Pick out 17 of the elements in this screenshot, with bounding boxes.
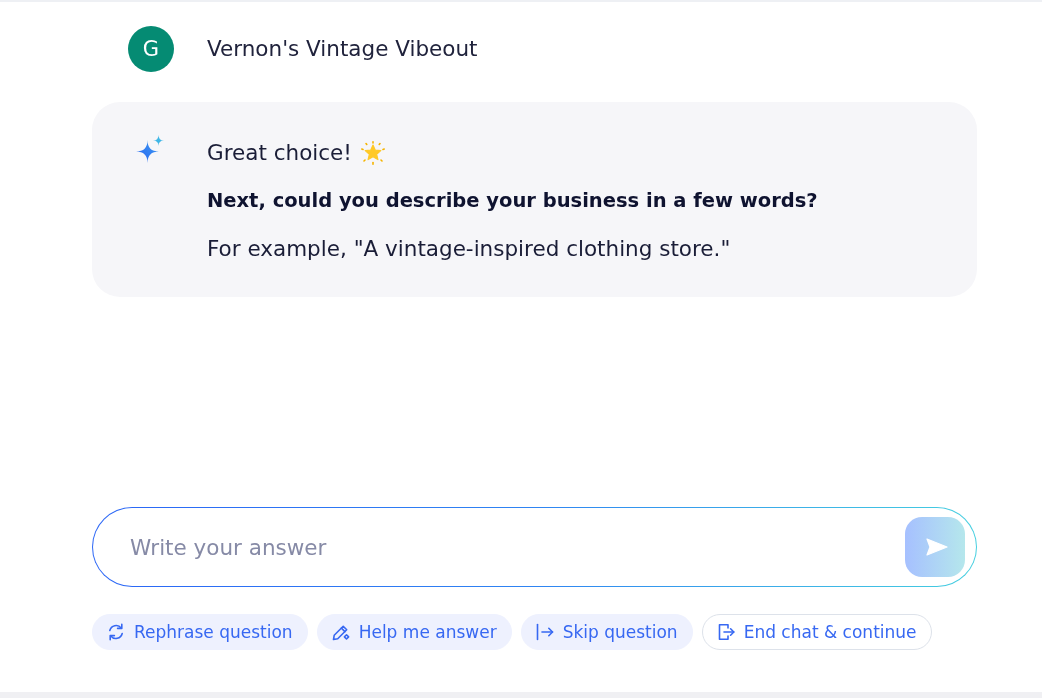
send-icon (925, 538, 948, 556)
suggestion-chip[interactable]: Help me answer (316, 614, 512, 650)
avatar: G (128, 26, 174, 72)
pencil-icon (331, 623, 350, 641)
send-button[interactable] (905, 517, 965, 577)
glowing-star-icon (360, 141, 385, 165)
message-text: For example, "A vintage-inspired clothing store." (207, 235, 731, 263)
message-text: Next, could you describe your business in a few words? (207, 188, 818, 214)
exit-icon (716, 623, 735, 641)
suggestion-chip[interactable]: Skip question (520, 614, 693, 650)
refresh-icon (107, 623, 125, 641)
answer-input[interactable]: Write your answer (130, 532, 885, 562)
sparkle-icon (136, 135, 164, 163)
end-chat-button[interactable]: End chat & continue (701, 614, 932, 650)
suggestion-chip[interactable]: Rephrase question (92, 614, 308, 650)
user-message: Vernon's Vintage Vibeout (207, 35, 478, 63)
message-text: Great choice! (207, 139, 352, 167)
